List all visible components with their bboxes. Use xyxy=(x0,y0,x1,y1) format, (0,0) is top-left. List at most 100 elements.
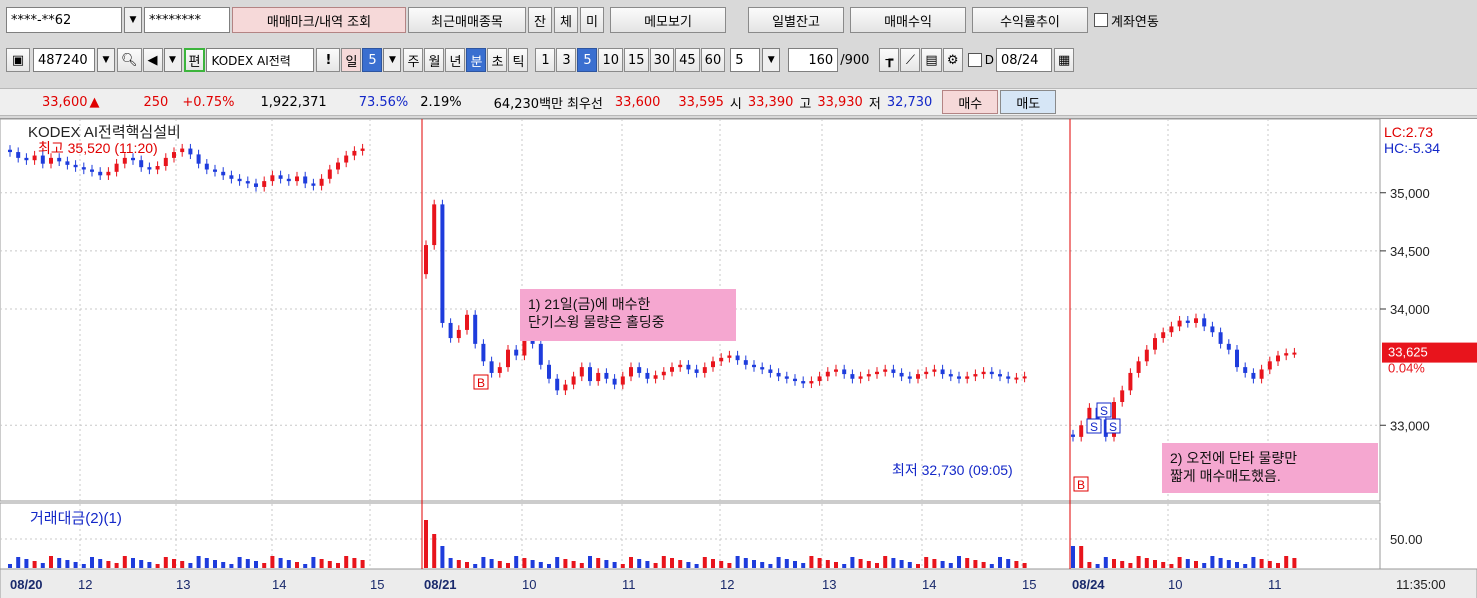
date-field[interactable]: 08/24 xyxy=(995,48,1052,72)
candle-body xyxy=(278,175,283,179)
candle-body xyxy=(784,376,789,379)
period-tick-button[interactable]: 틱 xyxy=(508,48,529,72)
volume-bar xyxy=(530,560,535,568)
candle-body xyxy=(825,371,830,377)
interval-3-button[interactable]: 3 xyxy=(556,48,577,72)
volume-bar xyxy=(735,556,740,568)
candle-body xyxy=(1136,361,1141,373)
best-bid: 33,595 xyxy=(678,94,724,110)
count-dropdown[interactable]: ▼ xyxy=(762,48,781,72)
interval-45-button[interactable]: 45 xyxy=(675,48,700,72)
candle-body xyxy=(776,372,781,377)
memo-view-button[interactable]: 메모보기 xyxy=(610,7,726,33)
period-second-button[interactable]: 초 xyxy=(487,48,508,72)
candle-body xyxy=(122,157,127,164)
period-year-button[interactable]: 년 xyxy=(445,48,466,72)
candle-body xyxy=(1259,369,1264,379)
candle-body xyxy=(940,369,945,375)
candle-body xyxy=(8,149,12,153)
high-note: 최고 35,520 (11:20) xyxy=(38,140,158,156)
chevron-down-icon: ▼ xyxy=(767,55,775,65)
candle-body xyxy=(139,160,144,168)
candle-body xyxy=(204,163,209,170)
candle-body xyxy=(916,374,920,379)
alert-button[interactable]: ! xyxy=(316,48,341,72)
speaker-icon[interactable]: ◀︎ xyxy=(142,48,163,72)
search-icon[interactable]: 🔍︎ xyxy=(117,48,142,72)
volume-bar xyxy=(16,557,21,568)
period-minute-button[interactable]: 분 xyxy=(466,48,487,72)
candle-body xyxy=(1218,332,1223,344)
candle-body xyxy=(883,369,888,372)
window-icon[interactable]: ▣ xyxy=(6,48,30,72)
volume-bar xyxy=(1161,562,1166,568)
profit-trend-button[interactable]: 수익률추이 xyxy=(972,7,1088,33)
x-tick-label: 11 xyxy=(622,577,636,592)
indicator-add-icon[interactable]: ┲ xyxy=(879,48,900,72)
stock-code-field[interactable]: 487240 xyxy=(33,48,95,72)
interval-10-button[interactable]: 10 xyxy=(598,48,624,72)
interval-15-button[interactable]: 15 xyxy=(624,48,649,72)
interval-1-button[interactable]: 1 xyxy=(535,48,556,72)
volume-bar xyxy=(295,562,299,568)
period-day-button[interactable]: 일 xyxy=(341,48,362,72)
volume-bar xyxy=(940,561,945,568)
candle-body xyxy=(295,176,299,182)
annotation-1-line-2: 단기스윙 물량은 홀딩중 xyxy=(528,314,665,330)
password-field[interactable]: ******** xyxy=(144,7,230,33)
account-link-checkbox[interactable] xyxy=(1094,13,1108,27)
candle-body xyxy=(40,155,45,164)
volume-bar xyxy=(670,558,674,568)
period-week-button[interactable]: 주 xyxy=(403,48,424,72)
volume-bar xyxy=(711,559,715,568)
trade-profit-button[interactable]: 매매수익 xyxy=(850,7,966,33)
buy-button[interactable]: 매수 xyxy=(942,90,999,114)
date-d-label: D xyxy=(984,53,994,67)
volume-bar xyxy=(1022,563,1027,568)
candle-body xyxy=(604,372,609,379)
candle-body xyxy=(735,355,740,361)
volume-bar xyxy=(336,563,340,568)
stock-name-field[interactable]: KODEX AI전력 xyxy=(206,48,315,72)
interval-30-button[interactable]: 30 xyxy=(649,48,675,72)
x-tick-label: 13 xyxy=(822,577,836,592)
volume-bar xyxy=(1103,557,1108,568)
volume-bar xyxy=(555,557,560,568)
daily-balance-button[interactable]: 일별잔고 xyxy=(748,7,844,33)
count-n-field[interactable]: 5 xyxy=(730,48,761,72)
volume-bar xyxy=(1284,556,1289,568)
volume-bar xyxy=(686,562,691,568)
chart-area[interactable]: 35,000 34,500 34,000 33,000 50.00 33,625 0.04%… xyxy=(0,118,1477,598)
interval-60-button[interactable]: 60 xyxy=(700,48,726,72)
candle-body xyxy=(743,360,748,365)
price-chart[interactable]: 35,000 34,500 34,000 33,000 50.00 33,6250.04%… xyxy=(0,119,1477,598)
x-tick-label: 12 xyxy=(720,577,734,592)
edit-button[interactable]: 편 xyxy=(183,48,206,72)
trade-mark-query-button[interactable]: 매매마크/내역 조회 xyxy=(232,7,406,33)
count-value-field[interactable]: 160 xyxy=(788,48,839,72)
recent-stocks-button[interactable]: 최근매매종목 xyxy=(408,7,526,33)
tab-balance[interactable]: 잔 xyxy=(528,7,552,33)
date-checkbox[interactable] xyxy=(967,53,982,67)
candle-body xyxy=(262,181,267,187)
volume-bar xyxy=(850,557,855,568)
tab-unfilled[interactable]: 미 xyxy=(580,7,604,33)
save-icon[interactable]: ▤ xyxy=(921,48,942,72)
gear-icon[interactable]: ⚙ xyxy=(942,48,963,72)
sell-button[interactable]: 매도 xyxy=(1000,90,1057,114)
calendar-icon[interactable]: ▦ xyxy=(1053,48,1075,72)
volume-bar xyxy=(254,561,258,568)
volume-bar xyxy=(1087,562,1092,568)
line-tool-icon[interactable]: ⟋ xyxy=(900,48,921,72)
volume-bar xyxy=(1177,557,1182,568)
period-dropdown[interactable]: ▼ xyxy=(383,48,402,72)
x-tick-label: 12 xyxy=(78,577,92,592)
stock-code-dropdown[interactable]: ▼ xyxy=(97,48,115,72)
account-number-field[interactable]: ****-**62 xyxy=(6,7,122,33)
period-n-field[interactable]: 5 xyxy=(362,48,383,72)
tab-filled[interactable]: 체 xyxy=(554,7,578,33)
speaker-dropdown[interactable]: ▼ xyxy=(163,48,182,72)
interval-5-button[interactable]: 5 xyxy=(577,48,598,72)
period-month-button[interactable]: 월 xyxy=(424,48,445,72)
account-dropdown[interactable]: ▼ xyxy=(124,7,142,33)
